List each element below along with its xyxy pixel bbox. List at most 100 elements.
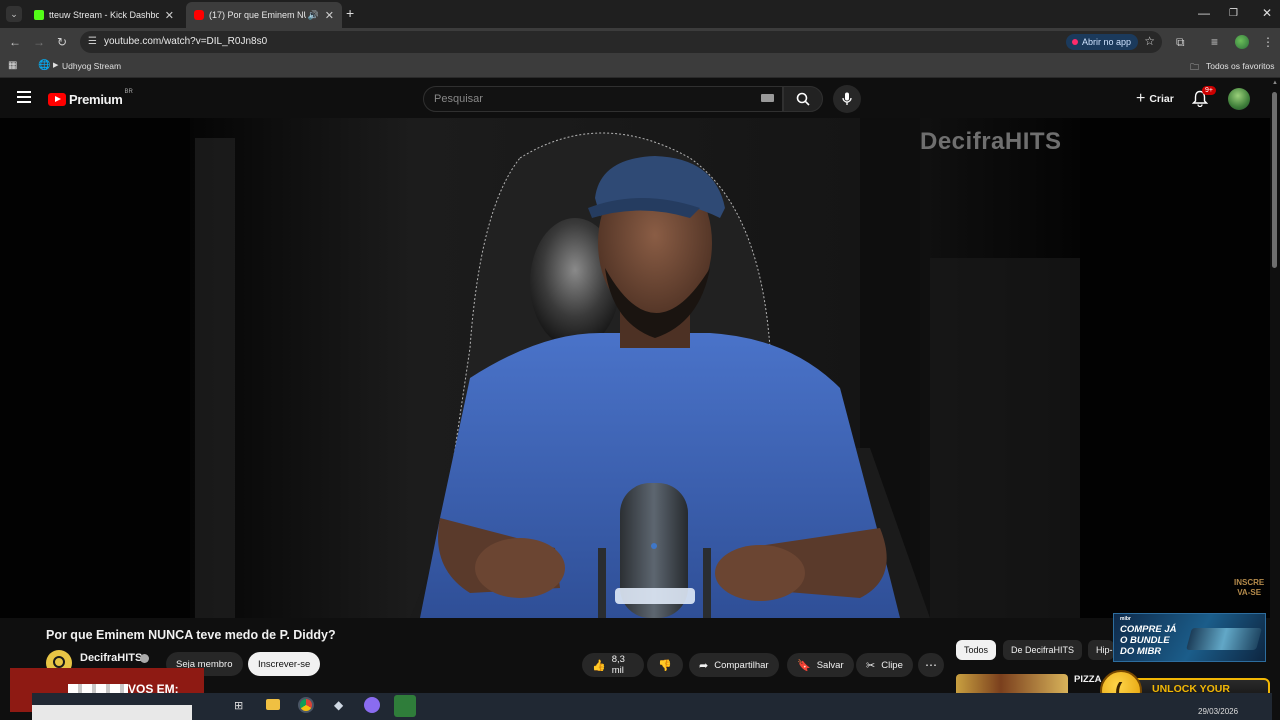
bookmark-udhyog-stream[interactable]: Udhyog Stream (62, 61, 121, 71)
forward-icon[interactable]: → (33, 35, 45, 49)
restore-icon[interactable]: ❐ (1229, 8, 1238, 19)
bookmark-star-icon[interactable]: ☆ (1144, 34, 1155, 48)
reading-list-icon[interactable]: ≡ (1211, 35, 1218, 49)
mibr-promo-banner[interactable]: mibr COMPRE JÁ O BUNDLE DO MIBR (1113, 613, 1266, 662)
clip-button[interactable]: ✂ Clipe (856, 653, 913, 677)
task-view-icon[interactable]: ⊞ (234, 699, 243, 712)
logo-text: Premium (69, 92, 123, 107)
more-actions-button[interactable]: ⋯ (918, 653, 944, 677)
promo-line3: DO MIBR (1120, 646, 1162, 657)
corner-overlay-line2: VA-SE (1237, 588, 1262, 597)
extensions-icon[interactable]: ⧉ (1176, 35, 1185, 50)
browser-tab-strip: ⌄ tteuw Stream - Kick Dashboard ✕ (17) P… (0, 0, 1280, 28)
create-button[interactable]: + Criar (1128, 88, 1182, 110)
search-box (423, 86, 783, 112)
reload-icon[interactable]: ↻ (57, 35, 67, 49)
youtube-premium-logo[interactable]: Premium BR (48, 89, 133, 107)
like-button[interactable]: 👍 8,3 mil (582, 653, 644, 677)
profile-avatar[interactable] (1235, 35, 1249, 49)
keyboard-icon[interactable] (761, 94, 774, 102)
corner-overlay-line1: INSCRE (1234, 578, 1265, 587)
chip-all[interactable]: Todos (956, 640, 997, 660)
search-icon (796, 92, 810, 106)
kick-favicon-icon (34, 10, 44, 20)
browser-toolbar: ← → ↻ ☰ youtube.com/watch?v=DIL_R0Jn8s0 … (0, 28, 1280, 56)
channel-watermark: DecifraHITS (920, 128, 1062, 155)
microphone-icon (842, 92, 852, 105)
address-bar[interactable]: ☰ youtube.com/watch?v=DIL_R0Jn8s0 Abrir … (80, 31, 1162, 53)
video-frame (0, 118, 1270, 618)
close-tab-icon[interactable]: ✕ (325, 9, 334, 22)
url-text[interactable]: youtube.com/watch?v=DIL_R0Jn8s0 (104, 36, 267, 47)
discord-icon[interactable] (364, 697, 380, 713)
subscribe-button[interactable]: Inscrever-se (248, 652, 321, 676)
chip-label: Hip- (1096, 645, 1113, 655)
green-app-icon[interactable] (394, 695, 416, 717)
search-input[interactable] (424, 87, 744, 111)
taskbar-date: 29/03/2026 (1198, 707, 1239, 716)
video-title: Por que Eminem NUNCA teve medo de P. Did… (46, 628, 336, 642)
recommended-video-thumbnail[interactable] (956, 674, 1068, 694)
promo-brand: mibr (1120, 616, 1131, 622)
file-explorer-icon[interactable] (266, 699, 280, 710)
page-scrollbar[interactable]: ▲ (1270, 80, 1280, 720)
plus-icon: + (1136, 90, 1146, 107)
tab-title: (17) Por que Eminem NUNC (209, 10, 306, 20)
chip-hiphop[interactable]: Hip- (1088, 640, 1114, 660)
account-avatar[interactable] (1228, 88, 1250, 110)
taskbar-white-strip (32, 705, 192, 720)
notification-badge: 9+ (1202, 86, 1216, 95)
bookmark-icon: 🔖 (797, 659, 811, 672)
open-in-app-button[interactable]: Abrir no app (1065, 34, 1138, 50)
tab-search-button[interactable]: ⌄ (6, 6, 22, 22)
tab-youtube-video[interactable]: (17) Por que Eminem NUNC 🔊 ✕ (186, 2, 342, 28)
save-button[interactable]: 🔖 Salvar (787, 653, 854, 677)
bookmarks-bar: ▦ 🌐 ▶ Udhyog Stream 🗀 Todos os favoritos (0, 56, 1280, 78)
gem-app-icon[interactable]: ◆ (334, 698, 343, 712)
search-button[interactable] (783, 86, 823, 112)
share-button[interactable]: ➦ Compartilhar (689, 653, 779, 677)
chip-from-channel[interactable]: De DecifraHITS (1003, 640, 1083, 660)
promo-weapon-art (1186, 628, 1262, 650)
back-icon[interactable]: ← (9, 35, 21, 49)
close-tab-icon[interactable]: ✕ (165, 9, 174, 22)
tab-kick-dashboard[interactable]: tteuw Stream - Kick Dashboard ✕ (26, 2, 182, 28)
bookmark-play-icon: ▶ (53, 62, 59, 69)
chrome-taskbar-icon[interactable] (298, 697, 314, 713)
new-tab-button[interactable]: + (346, 5, 354, 21)
voice-search-button[interactable] (833, 85, 861, 113)
save-label: Salvar (816, 659, 844, 671)
scroll-up-arrow-icon[interactable]: ▲ (1272, 80, 1278, 86)
scrollbar-thumb[interactable] (1272, 92, 1277, 268)
recommended-video-title[interactable]: PIZZA (1074, 674, 1101, 685)
video-player[interactable]: DecifraHITS INSCRE VA-SE (0, 118, 1270, 618)
chip-label: De DecifraHITS (1011, 645, 1075, 655)
clip-label: Clipe (881, 659, 903, 671)
windows-taskbar: ⊞ ◆ 29/03/2026 (32, 693, 1272, 720)
share-label: Compartilhar (714, 659, 769, 671)
close-window-icon[interactable]: ✕ (1262, 6, 1272, 20)
channel-avatar-icon (53, 656, 65, 668)
speaker-icon[interactable]: 🔊 (308, 10, 319, 21)
scissors-icon: ✂ (866, 659, 876, 672)
channel-name[interactable]: DecifraHITS (80, 652, 142, 664)
all-favorites-folder[interactable]: Todos os favoritos (1206, 61, 1275, 71)
site-info-icon[interactable]: ☰ (88, 36, 97, 47)
apps-grid-icon[interactable]: ▦ (8, 60, 17, 71)
dislike-button[interactable]: 👎 (647, 653, 683, 677)
notifications-button[interactable]: 9+ (1191, 86, 1216, 110)
more-icon: ⋯ (925, 658, 937, 672)
subscribe-label: Inscrever-se (258, 658, 311, 670)
chrome-menu-icon[interactable]: ⋮ (1262, 35, 1274, 49)
chip-label: Todos (964, 645, 989, 655)
folder-icon: 🗀 (1190, 62, 1200, 72)
youtube-play-icon (48, 93, 66, 106)
create-label: Criar (1149, 93, 1174, 105)
subscribe-corner-overlay[interactable]: INSCRE VA-SE (1234, 578, 1264, 598)
promo-line2: O BUNDLE (1120, 635, 1170, 646)
tab-title: tteuw Stream - Kick Dashboard (49, 10, 159, 20)
promo-line1: COMPRE JÁ (1120, 624, 1177, 635)
minimize-icon[interactable]: — (1198, 6, 1210, 20)
hamburger-menu-icon[interactable] (17, 91, 31, 103)
promo-text: COMPRE JÁ O BUNDLE DO MIBR (1120, 624, 1176, 657)
